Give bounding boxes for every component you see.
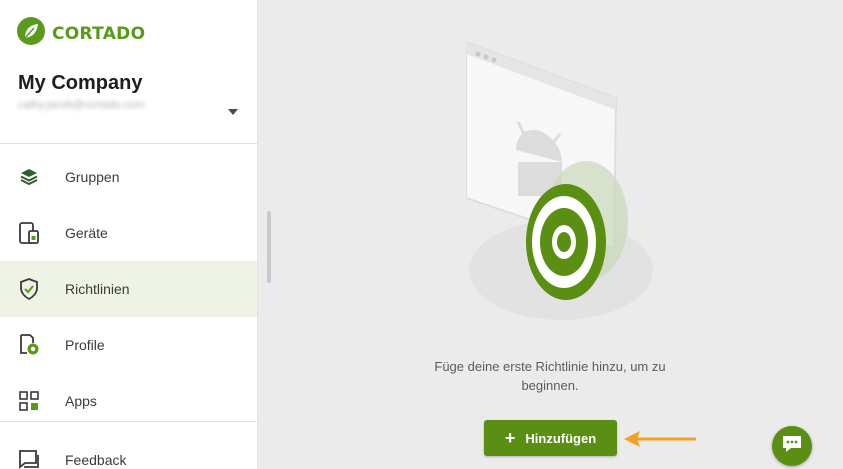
sidebar-item-label: Feedback [65,452,127,468]
apps-grid-icon [18,390,40,412]
sidebar-item-label: Geräte [65,225,108,241]
feedback-icon [18,449,40,469]
shield-check-icon [18,278,40,300]
chat-icon [781,434,803,459]
sidebar-item-label: Apps [65,393,97,409]
brand-name: CORTADO [52,23,146,44]
divider [0,143,258,144]
arrow-left-icon [622,429,698,454]
sidebar-item-gruppen[interactable]: Gruppen [0,149,257,205]
empty-state-illustration [465,38,666,333]
sidebar-item-label: Profile [65,337,105,353]
leaf-logo-icon [16,16,46,51]
sidebar: CORTADO My Company cathy.jacob@cortado.c… [0,0,258,469]
main-content: Füge deine erste Richtlinie hinzu, um zu… [258,0,843,469]
brand-logo[interactable]: CORTADO [16,16,145,51]
sidebar-item-richtlinien[interactable]: Richtlinien [0,261,257,317]
profile-settings-icon [18,334,40,356]
chevron-down-icon[interactable] [226,107,240,117]
divider [0,421,258,422]
devices-icon [18,222,40,244]
sidebar-item-label: Gruppen [65,169,120,185]
layers-icon [18,166,40,188]
sidebar-item-label: Richtlinien [65,281,130,297]
sidebar-item-feedback[interactable]: Feedback [0,432,257,469]
empty-state-message: Füge deine erste Richtlinie hinzu, um zu… [434,359,666,393]
sidebar-nav: Gruppen Geräte Richtlinien Profile Apps [0,149,257,429]
company-name: My Company [18,72,143,94]
plus-icon: + [504,428,516,448]
add-policy-button[interactable]: + Hinzufügen [484,420,617,456]
chat-support-button[interactable] [772,426,812,466]
sidebar-item-profile[interactable]: Profile [0,317,257,373]
add-button-label: Hinzufügen [525,430,597,446]
sidebar-item-geraete[interactable]: Geräte [0,205,257,261]
company-email: cathy.jacob@cortado.com [18,99,145,111]
